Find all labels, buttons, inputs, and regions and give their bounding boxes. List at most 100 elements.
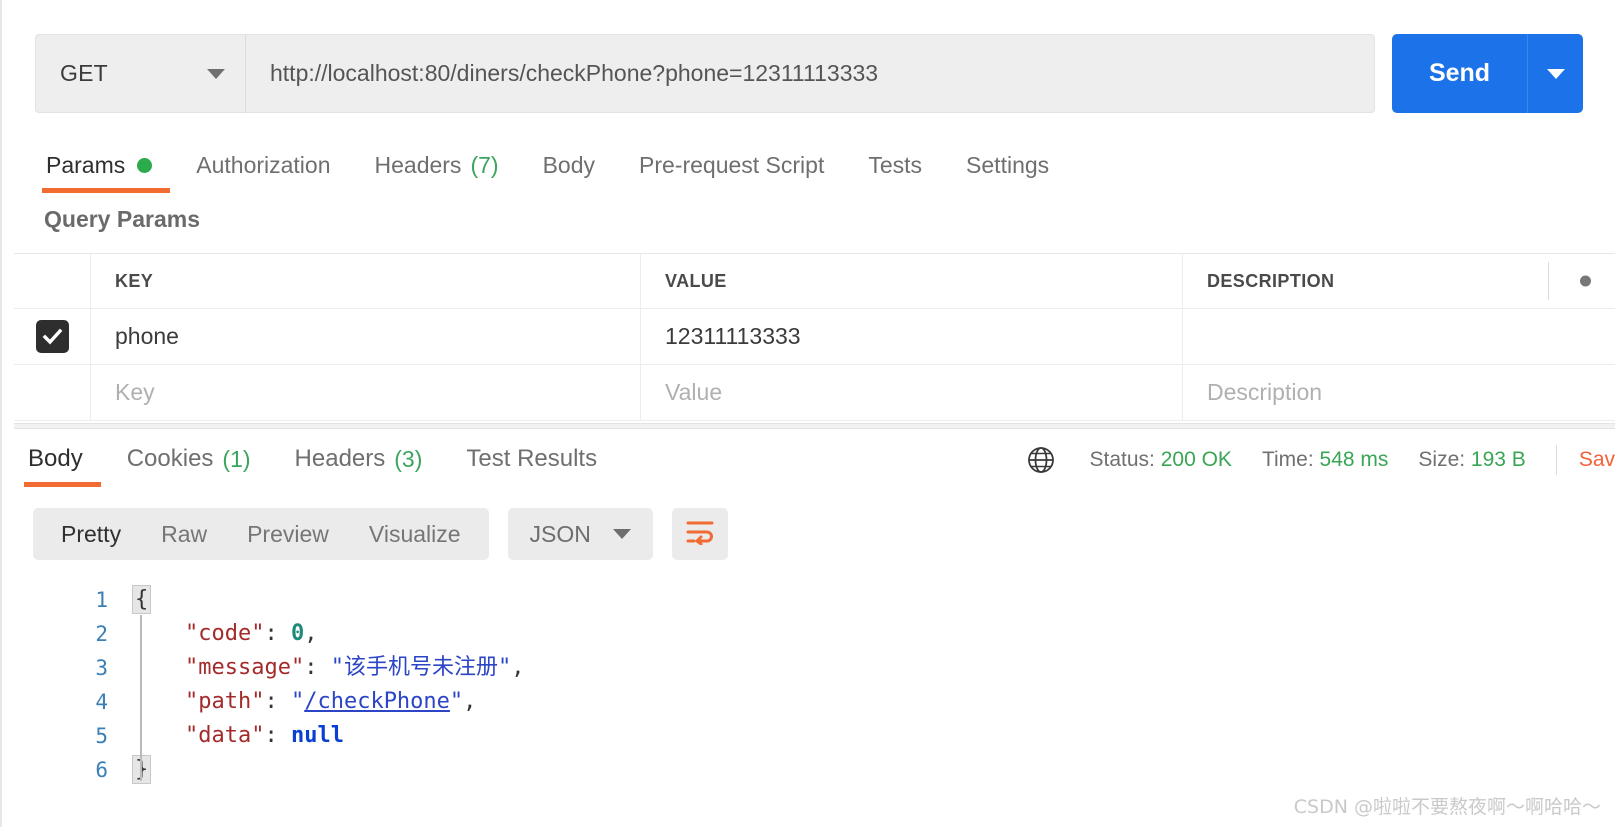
tab-label: Headers (294, 445, 386, 472)
view-mode-segment: Pretty Raw Preview Visualize (33, 508, 489, 560)
code-token-link[interactable]: /checkPhone (304, 689, 450, 714)
status-divider (1555, 445, 1557, 475)
response-tab-headers[interactable]: Headers (3) (273, 431, 445, 487)
http-method-label: GET (60, 60, 108, 86)
line-number: 3 (95, 656, 108, 680)
response-body-viewer[interactable]: 1 2 3 4 5 6 { "code": 0, "message": "该手机号未注册"… (14, 575, 1615, 827)
code-token-punct: : (264, 723, 291, 748)
code-content: { "code": 0, "message": "该手机号未注册", "path… (122, 575, 1615, 827)
placeholder-description-text: Description (1207, 379, 1323, 405)
code-line: "message": "该手机号未注册", (132, 651, 1615, 685)
response-body-toolbar: Pretty Raw Preview Visualize JSON (33, 508, 728, 560)
code-token-str: " (449, 689, 464, 714)
tab-label: Authorization (196, 151, 331, 178)
placeholder-key-cell[interactable]: Key (91, 365, 641, 420)
code-token-punct: : (264, 621, 291, 646)
request-tab-authorization[interactable]: Authorization (174, 137, 352, 193)
code-token-punct: : (304, 655, 331, 680)
query-params-title: Query Params (44, 206, 200, 232)
line-number: 2 (95, 622, 108, 646)
word-wrap-icon (685, 519, 715, 550)
response-time-item[interactable]: Time: 548 ms (1262, 448, 1388, 472)
param-value-value: 12311113333 (665, 323, 801, 349)
param-description-cell[interactable] (1183, 309, 1615, 364)
column-header-description: DESCRIPTION (1207, 270, 1335, 291)
send-options-button[interactable] (1527, 34, 1583, 113)
status-label: Status: (1089, 448, 1155, 471)
send-button[interactable]: Send (1392, 34, 1527, 113)
code-token-punct: : (264, 689, 291, 714)
placeholder-check-cell (14, 365, 91, 420)
status-code-item[interactable]: Status: 200 OK (1090, 448, 1232, 472)
code-token-punct: , (304, 621, 318, 646)
bulk-edit-icon[interactable] (1580, 275, 1591, 287)
request-tab-settings[interactable]: Settings (944, 137, 1071, 193)
tab-label: Cookies (126, 445, 214, 472)
placeholder-value-text: Value (665, 379, 723, 405)
tab-label: Tests (868, 151, 923, 178)
request-tab-headers[interactable]: Headers (7) (353, 137, 521, 193)
url-input-value: http://localhost:80/diners/checkPhone?ph… (270, 60, 879, 86)
http-method-select[interactable]: GET (35, 34, 246, 113)
tab-label: Headers (374, 151, 462, 178)
placeholder-key-text: Key (115, 379, 155, 405)
size-value: 193 B (1470, 448, 1526, 471)
view-mode-pretty[interactable]: Pretty (41, 521, 141, 548)
send-button-group: Send (1392, 34, 1583, 113)
chevron-down-icon (612, 529, 631, 539)
request-tab-body[interactable]: Body (521, 137, 617, 193)
postman-window: GET http://localhost:80/diners/checkPhon… (0, 0, 1615, 827)
placeholder-description-cell[interactable]: Description (1183, 365, 1615, 420)
line-number: 6 (95, 758, 108, 782)
response-pane-divider[interactable] (14, 423, 1615, 429)
request-tab-params[interactable]: Params (38, 137, 174, 193)
view-mode-raw[interactable]: Raw (141, 521, 227, 548)
header-description-cell: DESCRIPTION (1183, 254, 1615, 308)
code-token-num: 0 (290, 621, 305, 646)
table-row-placeholder: Key Value Description (14, 365, 1615, 421)
request-tab-tests[interactable]: Tests (846, 137, 944, 193)
response-size-item[interactable]: Size: 193 B (1418, 448, 1525, 472)
chevron-down-icon (207, 68, 225, 79)
response-tab-body[interactable]: Body (20, 431, 105, 487)
param-enabled-checkbox[interactable] (35, 320, 69, 353)
code-token-key: "data" (184, 723, 265, 748)
indent-guide (140, 615, 142, 781)
view-mode-preview[interactable]: Preview (227, 521, 349, 548)
view-mode-visualize[interactable]: Visualize (349, 521, 481, 548)
request-tab-pre-request-script[interactable]: Pre-request Script (617, 137, 846, 193)
header-divider (1548, 262, 1549, 300)
table-row: phone 12311113333 (14, 309, 1615, 365)
format-select[interactable]: JSON (507, 508, 653, 560)
url-input[interactable]: http://localhost:80/diners/checkPhone?ph… (246, 34, 1375, 113)
globe-icon[interactable] (1026, 445, 1056, 475)
placeholder-value-cell[interactable]: Value (641, 365, 1183, 420)
format-label: JSON (529, 520, 591, 547)
line-number: 1 (95, 588, 108, 612)
code-token-null: null (290, 723, 344, 748)
response-tab-cookies[interactable]: Cookies (1) (105, 431, 273, 487)
code-line: { (132, 583, 1615, 617)
status-value: 200 OK (1160, 448, 1232, 471)
request-tabs: Params Authorization Headers (7) Body Pre-req… (14, 137, 1615, 193)
code-line: "data": null (132, 719, 1615, 753)
param-key-value: phone (115, 323, 179, 349)
header-check-cell (14, 254, 91, 308)
chevron-down-icon (1546, 68, 1565, 79)
save-response-button[interactable]: Sav (1579, 448, 1615, 472)
tab-count-badge: (1) (222, 445, 251, 472)
code-token-punct: , (511, 655, 525, 680)
code-token-str: "该手机号未注册" (330, 655, 512, 680)
tab-count-badge: (7) (470, 151, 499, 178)
response-tab-test-results[interactable]: Test Results (444, 431, 619, 487)
param-value-cell[interactable]: 12311113333 (641, 309, 1183, 364)
tab-label: Test Results (466, 445, 598, 472)
code-line: "code": 0, (132, 617, 1615, 651)
word-wrap-button[interactable] (671, 508, 728, 560)
column-header-key: KEY (115, 270, 154, 291)
code-token-brace: { (132, 585, 152, 614)
code-token-punct: , (463, 689, 477, 714)
tab-label: Pre-request Script (639, 151, 825, 178)
tab-label: Body (542, 151, 595, 178)
param-key-cell[interactable]: phone (91, 309, 641, 364)
